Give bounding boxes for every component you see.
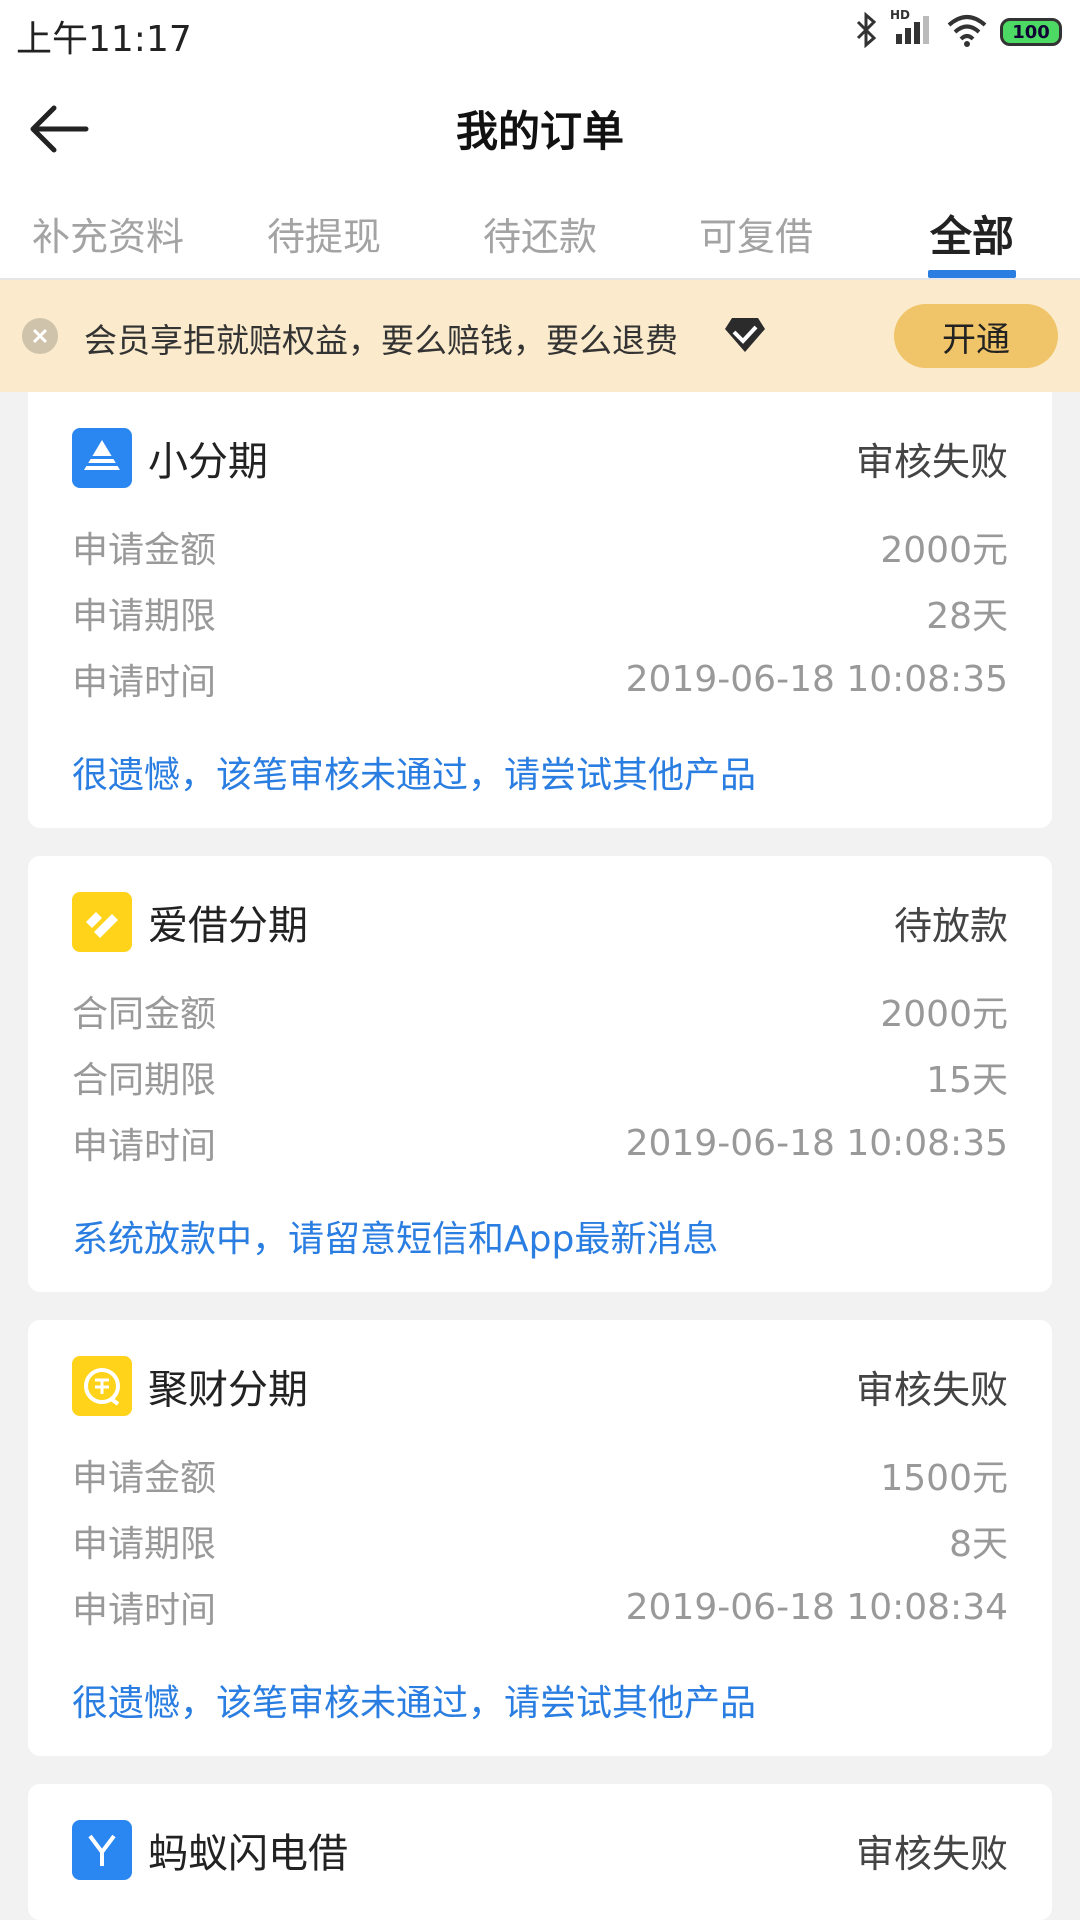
order-note: 系统放款中，请留意短信和App最新消息 (72, 1219, 719, 1260)
order-row: 申请期限 8天 (72, 1508, 1008, 1574)
order-note: 很遗憾，该笔审核未通过，请尝试其他产品 (72, 1683, 757, 1724)
order-note: 很遗憾，该笔审核未通过，请尝试其他产品 (72, 755, 757, 796)
open-membership-button[interactable]: 开通 (894, 304, 1058, 368)
row-label: 申请期限 (72, 596, 217, 637)
row-label: 合同金额 (72, 994, 217, 1035)
order-row: 合同金额 2000元 (72, 978, 1008, 1044)
page-title: 我的订单 (455, 107, 624, 156)
order-tabs: 补充资料 待提现 待还款 可复借 全部 (0, 188, 1080, 280)
status-icons: HD 100 (854, 8, 1062, 52)
order-status: 审核失败 (855, 439, 1008, 484)
order-card[interactable]: 爱借分期 待放款 合同金额 2000元 合同期限 15天 申请时间 2019-06-1… (28, 856, 1052, 1292)
order-row: 申请金额 1500元 (72, 1442, 1008, 1508)
row-value: 2019-06-18 10:08:35 (625, 658, 1008, 700)
order-row: 申请期限 28天 (72, 580, 1008, 646)
hd-label: HD (890, 8, 911, 22)
tab-supplement[interactable]: 补充资料 (0, 188, 216, 278)
row-label: 申请时间 (72, 1590, 217, 1631)
product-name: 爱借分期 (148, 903, 308, 949)
member-banner: 会员享拒就赔权益，要么赔钱，要么退费 开通 (0, 280, 1080, 392)
tab-pending-withdraw[interactable]: 待提现 (216, 188, 432, 278)
row-value: 1500元 (880, 1458, 1008, 1499)
mayi-logo-icon (72, 1820, 132, 1880)
row-value: 2000元 (880, 530, 1008, 571)
row-value: 8天 (949, 1524, 1008, 1565)
order-row: 申请金额 2000元 (72, 514, 1008, 580)
product-name: 聚财分期 (148, 1367, 308, 1413)
row-value: 28天 (926, 596, 1008, 637)
order-status: 审核失败 (855, 1367, 1008, 1412)
row-label: 合同期限 (72, 1060, 217, 1101)
tab-reborrow[interactable]: 可复借 (648, 188, 864, 278)
signal-icon: HD (890, 8, 934, 52)
aijie-logo-icon (72, 892, 132, 952)
row-value: 2019-06-18 10:08:34 (625, 1586, 1008, 1628)
order-row: 合同期限 15天 (72, 1044, 1008, 1110)
jucai-logo-icon (72, 1356, 132, 1416)
order-card[interactable]: 聚财分期 审核失败 申请金额 1500元 申请期限 8天 申请时间 2019-06-1… (28, 1320, 1052, 1756)
tab-all[interactable]: 全部 (864, 188, 1080, 278)
order-row: 申请时间 2019-06-18 10:08:34 (72, 1574, 1008, 1640)
product-name: 蚂蚁闪电借 (148, 1831, 348, 1877)
order-row: 申请时间 2019-06-18 10:08:35 (72, 1110, 1008, 1176)
row-label: 申请金额 (72, 1458, 217, 1499)
bluetooth-icon (854, 11, 878, 52)
battery-icon: 100 (1000, 18, 1062, 46)
status-bar: 上午11:17 HD 100 (0, 0, 1080, 68)
app-header: 我的订单 (0, 68, 1080, 188)
order-status: 审核失败 (855, 1831, 1008, 1876)
order-card[interactable]: 小分期 审核失败 申请金额 2000元 申请期限 28天 申请时间 2019-06-1… (28, 392, 1052, 828)
banner-text: 会员享拒就赔权益，要么赔钱，要么退费 (84, 321, 678, 360)
status-time: 上午11:17 (16, 19, 192, 60)
row-value: 15天 (926, 1060, 1008, 1101)
close-icon[interactable] (22, 318, 58, 354)
order-card[interactable]: 蚂蚁闪电借 审核失败 (28, 1784, 1052, 1920)
row-value: 2019-06-18 10:08:35 (625, 1122, 1008, 1164)
order-row: 申请时间 2019-06-18 10:08:35 (72, 646, 1008, 712)
product-name: 小分期 (148, 439, 268, 485)
diamond-icon (724, 316, 766, 354)
row-label: 申请时间 (72, 1126, 217, 1167)
row-label: 申请时间 (72, 662, 217, 703)
row-value: 2000元 (880, 994, 1008, 1035)
row-label: 申请期限 (72, 1524, 217, 1565)
wifi-icon (946, 13, 988, 51)
order-status: 待放款 (893, 903, 1008, 948)
order-list: 小分期 审核失败 申请金额 2000元 申请期限 28天 申请时间 2019-06-1… (0, 392, 1080, 1920)
tab-pending-repay[interactable]: 待还款 (432, 188, 648, 278)
xiaofenqi-logo-icon (72, 428, 132, 488)
row-label: 申请金额 (72, 530, 217, 571)
